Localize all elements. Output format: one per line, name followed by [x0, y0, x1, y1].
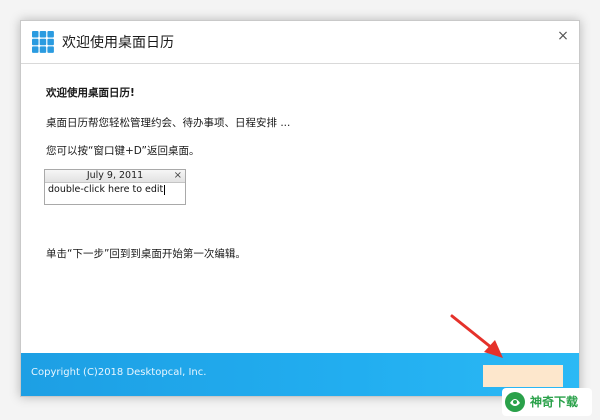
copyright-text: Copyright (C)2018 Desktopcal, Inc.: [31, 367, 207, 378]
calendar-grid-icon: [32, 31, 54, 53]
footer-bar: Copyright (C)2018 Desktopcal, Inc.: [21, 353, 579, 396]
watermark-logo-icon: [505, 392, 525, 412]
description-text: 桌面日历帮您轻松管理约会、待办事项、日程安排 ...: [46, 117, 291, 129]
next-button[interactable]: [483, 365, 563, 387]
close-button[interactable]: ×: [551, 25, 575, 47]
window-title: 欢迎使用桌面日历: [62, 35, 174, 51]
titlebar: 欢迎使用桌面日历 ×: [21, 21, 579, 63]
widget-close-icon[interactable]: ×: [174, 170, 182, 182]
widget-date: July 9, 2011: [86, 170, 144, 181]
welcome-dialog: 欢迎使用桌面日历 × 欢迎使用桌面日历! 桌面日历帮您轻松管理约会、待办事项、日…: [20, 20, 580, 397]
close-icon: ×: [557, 28, 569, 44]
next-instruction-text: 单击“下一步”回到到桌面开始第一次编辑。: [46, 248, 246, 260]
site-watermark: 神奇下载: [502, 388, 592, 416]
greeting-text: 欢迎使用桌面日历!: [46, 87, 135, 99]
calendar-widget-sample[interactable]: July 9, 2011 × double-click here to edit: [44, 169, 186, 205]
text-caret: [164, 184, 166, 195]
watermark-text: 神奇下载: [530, 395, 579, 409]
widget-body-text: double-click here to edit: [48, 184, 164, 195]
title-divider: [21, 63, 579, 64]
widget-header: July 9, 2011 ×: [45, 170, 185, 183]
hint-text: 您可以按“窗口键+D”返回桌面。: [46, 145, 200, 157]
widget-edit-area[interactable]: double-click here to edit: [48, 184, 166, 195]
